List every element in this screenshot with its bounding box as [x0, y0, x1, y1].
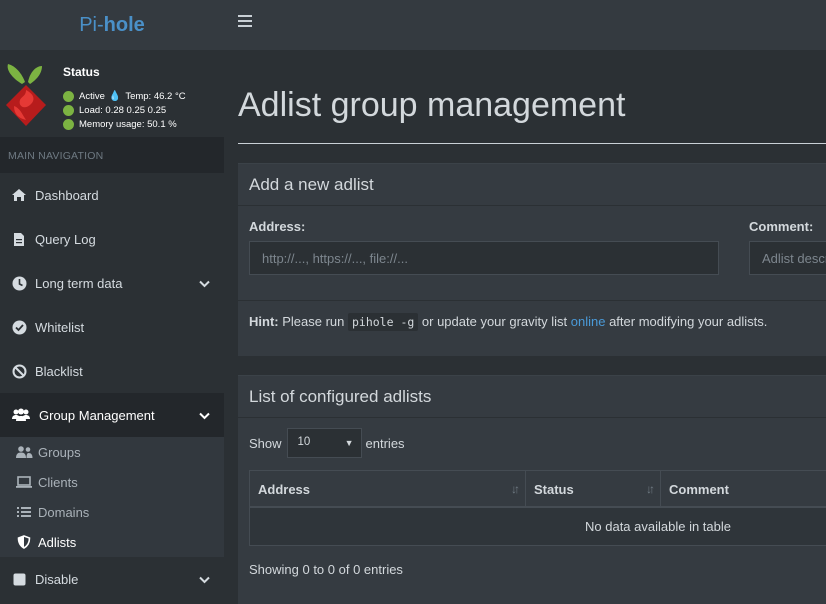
logo-prefix: Pi- [79, 13, 104, 36]
page-length-value: 10 [297, 436, 311, 448]
adlists-table-title: List of configured adlists [238, 376, 826, 418]
status-memory-line: Memory usage: 50.1 % [63, 119, 177, 130]
nav-item-blacklist[interactable]: Blacklist [0, 349, 224, 393]
nav-item-query-log[interactable]: Query Log [0, 217, 224, 261]
subnav-item-groups[interactable]: Groups [0, 437, 224, 467]
subnav-item-domains[interactable]: Domains [0, 497, 224, 527]
check-circle-icon [11, 319, 27, 335]
column-label: Comment [669, 482, 729, 497]
status-load: Load: 0.28 0.25 0.25 [79, 105, 167, 116]
column-status[interactable]: Status ↓↑ [526, 471, 661, 506]
sort-icon: ↓↑ [646, 482, 655, 496]
users-icon [11, 407, 31, 423]
comment-input[interactable]: Adlist description [749, 241, 826, 275]
chevron-down-icon [199, 408, 210, 423]
laptop-icon [15, 475, 33, 489]
load-dot-icon [63, 105, 74, 116]
app-logo[interactable]: Pi-hole [0, 0, 224, 50]
nav-label: Group Management [39, 407, 155, 423]
subnav-label: Clients [38, 474, 78, 490]
status-active-line: Active 💧 Temp: 46.2 °C [63, 91, 186, 102]
add-adlist-box: Add a new adlist Address: http://..., ht… [238, 163, 826, 356]
column-label: Status [534, 482, 574, 497]
page-title: Adlist group management [238, 86, 626, 124]
column-label: Address [258, 482, 311, 497]
pihole-logo-icon [6, 64, 46, 126]
adlists-table-box: List of configured adlists Show 10 ▼ ent… [238, 375, 826, 604]
nav-label: Disable [35, 571, 79, 587]
shield-icon [15, 535, 33, 549]
nav-item-disable[interactable]: Disable [0, 557, 224, 601]
nav-label: Blacklist [35, 363, 83, 379]
online-link[interactable]: online [571, 314, 606, 329]
chevron-down-icon [199, 572, 210, 587]
status-load-line: Load: 0.28 0.25 0.25 [63, 105, 166, 116]
hint-divider [238, 300, 826, 301]
temperature-drop-icon: 💧 [108, 91, 122, 102]
sidebar: Status Active 💧 Temp: 46.2 °C Load: 0.28… [0, 50, 224, 604]
memory-dot-icon [63, 119, 74, 130]
nav-item-whitelist[interactable]: Whitelist [0, 305, 224, 349]
entries-label: entries [365, 435, 405, 451]
address-label: Address: [249, 219, 306, 234]
hint-part-1: Please run [278, 314, 348, 329]
column-comment[interactable]: Comment [661, 471, 826, 506]
top-navbar [224, 0, 826, 50]
show-label: Show [249, 435, 282, 451]
file-icon [11, 231, 27, 247]
list-icon [15, 505, 33, 519]
active-dot-icon [63, 91, 74, 102]
comment-label: Comment: [749, 219, 814, 234]
nav-label: Dashboard [35, 187, 99, 203]
nav-label: Whitelist [35, 319, 85, 335]
stop-icon [11, 571, 27, 587]
add-adlist-title: Add a new adlist [238, 164, 826, 206]
address-input[interactable]: http://..., https://..., file://... [249, 241, 719, 275]
hint-code: pihole -g [347, 313, 419, 331]
nav-label: Query Log [35, 231, 96, 247]
page-length-control: Show 10 ▼ entries [249, 428, 405, 458]
logo-suffix: hole [103, 13, 145, 36]
column-address[interactable]: Address ↓↑ [250, 471, 526, 506]
table-info: Showing 0 to 0 of 0 entries [249, 562, 403, 577]
status-panel: Status Active 💧 Temp: 46.2 °C Load: 0.28… [0, 50, 224, 137]
sort-icon: ↓↑ [511, 482, 520, 496]
main-content: Adlist group management Add a new adlist… [224, 50, 826, 604]
chevron-down-icon [199, 276, 210, 291]
subnav-label: Adlists [38, 534, 77, 550]
status-temp: Temp: 46.2 °C [125, 91, 186, 102]
subnav-label: Groups [38, 444, 81, 460]
subnav-item-clients[interactable]: Clients [0, 467, 224, 497]
title-divider [238, 143, 826, 144]
hint-label: Hint: [249, 314, 279, 329]
nav-item-group-management[interactable]: Group Management [0, 393, 224, 437]
group-management-submenu: Groups Clients Domains Adlists [0, 437, 224, 557]
table-empty-row: No data available in table [250, 508, 826, 545]
page-length-select[interactable]: 10 ▼ [286, 428, 362, 458]
user-group-icon [15, 445, 33, 459]
subnav-item-adlists[interactable]: Adlists [0, 527, 224, 557]
nav-label: Long term data [35, 275, 123, 291]
hint-part-3: after modifying your adlists. [605, 314, 768, 329]
nav-header: MAIN NAVIGATION [0, 137, 224, 173]
clock-icon [11, 275, 27, 291]
nav-item-dashboard[interactable]: Dashboard [0, 173, 224, 217]
home-icon [11, 187, 27, 203]
subnav-label: Domains [38, 504, 90, 520]
status-title: Status [63, 65, 100, 79]
status-active: Active [79, 91, 105, 102]
nav-item-long-term-data[interactable]: Long term data [0, 261, 224, 305]
adlists-table: Address ↓↑ Status ↓↑ Comment No data ava… [249, 470, 826, 546]
menu-toggle-icon[interactable] [238, 15, 252, 27]
status-memory: Memory usage: 50.1 % [79, 119, 177, 130]
table-header: Address ↓↑ Status ↓↑ Comment [250, 471, 826, 508]
hint-part-2: or update your gravity list [418, 314, 571, 329]
caret-down-icon: ▼ [344, 438, 354, 448]
ban-icon [11, 363, 27, 379]
hint-text: Hint: Please run pihole -g or update you… [249, 313, 768, 331]
